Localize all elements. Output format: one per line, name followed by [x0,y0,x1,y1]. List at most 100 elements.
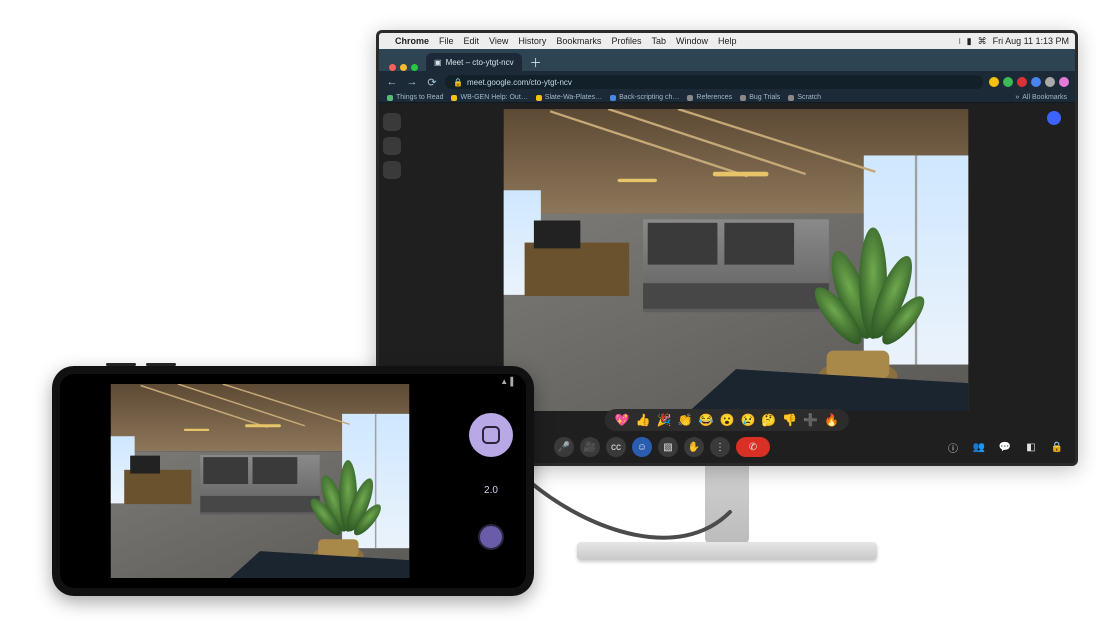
monitor-stand-neck [705,466,749,544]
present-button[interactable]: ▧ [658,437,678,457]
menubar-clock[interactable]: Fri Aug 11 1:13 PM [993,36,1069,46]
self-view-pip[interactable] [1045,109,1063,127]
camera-viewfinder[interactable] [70,384,450,578]
bookmark-item[interactable]: References [687,94,732,101]
extension-icon[interactable] [1017,77,1027,87]
menu-window[interactable]: Window [676,36,708,46]
people-button[interactable]: 👥 [969,437,989,457]
reaction-bar: 💖 👍 🎉 👏 😂 😮 😢 🤔 👎 ➕ 🔥 [605,409,849,431]
gallery-thumbnail-button[interactable] [478,524,504,550]
new-tab-button[interactable]: ＋ [524,54,548,71]
rail-button[interactable] [383,161,401,179]
browser-tab-meet[interactable]: ▣ Meet – cto-ytgt-ncv [426,53,522,71]
menubar-control-center-icon[interactable]: ⌘ [978,36,987,47]
phone-hw-buttons [106,363,176,366]
power-button[interactable] [146,363,176,366]
call-end-icon: ✆ [749,442,757,453]
menu-history[interactable]: History [518,36,546,46]
captions-button[interactable]: cc [606,437,626,457]
reaction-thumbsup[interactable]: 👍 [636,413,651,427]
raise-hand-button[interactable]: ✋ [684,437,704,457]
tab-favicon-icon: ▣ [434,58,442,67]
info-icon: ⓘ [948,440,958,455]
host-icon: 🔒 [1051,442,1063,453]
monitor-stand-base [577,542,877,560]
extension-icon[interactable] [1031,77,1041,87]
menubar-app-name[interactable]: Chrome [395,36,429,46]
menubar-wifi-icon[interactable]: ⧙ [959,36,961,47]
extension-icon[interactable] [989,77,999,87]
profile-avatar-icon[interactable] [1059,77,1069,87]
bookmark-item[interactable]: Scratch [788,94,821,101]
video-icon: 🎥 [584,442,596,453]
reactions-button[interactable]: ☺ [632,437,652,457]
chrome-toolbar: ← → ⟳ 🔒 meet.google.com/cto-ytgt-ncv [379,71,1075,93]
reaction-clap[interactable]: 👏 [678,413,693,427]
more-options-button[interactable]: ⋮ [710,437,730,457]
activities-icon: ◧ [1026,442,1035,453]
all-bookmarks-button[interactable]: » All Bookmarks [1015,94,1067,101]
url-text: meet.google.com/cto-ytgt-ncv [467,78,572,87]
nav-back-icon[interactable]: ← [385,75,399,89]
reaction-thumbsdown[interactable]: 👎 [782,413,797,427]
phone-screen: ▲ ▌ 2.0 [60,374,526,588]
emoji-icon: ☺ [637,442,647,453]
host-controls-button[interactable]: 🔒 [1047,437,1067,457]
activities-button[interactable]: ◧ [1021,437,1041,457]
zoom-level-badge[interactable]: 2.0 [484,485,498,496]
hand-icon: ✋ [688,442,700,453]
camera-switch-icon [482,426,500,444]
chat-button[interactable]: 💬 [995,437,1015,457]
android-phone: ▲ ▌ 2.0 [52,366,534,596]
people-icon: 👥 [973,442,985,453]
mic-icon: 🎤 [558,442,570,453]
macos-menubar: Chrome File Edit View History Bookmarks … [379,33,1075,49]
shutter-button[interactable] [469,413,513,457]
reaction-heart[interactable]: 💖 [615,413,630,427]
fullscreen-window-icon[interactable] [411,64,418,71]
menu-bookmarks[interactable]: Bookmarks [556,36,601,46]
window-traffic-lights[interactable] [385,60,424,71]
nav-reload-icon[interactable]: ⟳ [425,75,439,89]
address-bar[interactable]: 🔒 meet.google.com/cto-ytgt-ncv [445,75,983,89]
bookmark-item[interactable]: Slate-Wa-Plates… [536,94,602,101]
menu-help[interactable]: Help [718,36,737,46]
reaction-wow[interactable]: 😮 [720,413,735,427]
chrome-window-frame: ▣ Meet – cto-ytgt-ncv ＋ ← → ⟳ 🔒 meet.goo… [379,49,1075,103]
menu-profiles[interactable]: Profiles [611,36,641,46]
chat-icon: 💬 [999,442,1011,453]
menubar-battery-icon[interactable]: ▮ [967,36,972,47]
bookmark-item[interactable]: WB-GEN Help: Out… [451,94,527,101]
volume-button[interactable] [106,363,136,366]
lock-icon: 🔒 [453,78,463,87]
meet-left-rail [383,113,401,179]
minimize-window-icon[interactable] [400,64,407,71]
menu-tab[interactable]: Tab [651,36,666,46]
mic-toggle-button[interactable]: 🎤 [554,437,574,457]
menu-view[interactable]: View [489,36,508,46]
end-call-button[interactable]: ✆ [736,437,770,457]
reaction-laugh[interactable]: 😂 [699,413,714,427]
reaction-plus[interactable]: ➕ [803,413,818,427]
menu-file[interactable]: File [439,36,454,46]
meeting-info-button[interactable]: ⓘ [943,437,963,457]
extension-icon[interactable] [1003,77,1013,87]
close-window-icon[interactable] [389,64,396,71]
reaction-fire[interactable]: 🔥 [824,413,839,427]
reaction-think[interactable]: 🤔 [761,413,776,427]
reaction-party[interactable]: 🎉 [657,413,672,427]
menu-edit[interactable]: Edit [464,36,480,46]
rail-button[interactable] [383,113,401,131]
reaction-sad[interactable]: 😢 [740,413,755,427]
extension-tray [989,77,1069,87]
bookmark-item[interactable]: Bug Trials [740,94,780,101]
extension-icon[interactable] [1045,77,1055,87]
rail-button[interactable] [383,137,401,155]
tab-title: Meet – cto-ytgt-ncv [446,58,514,67]
camera-live-feed [70,384,450,578]
nav-forward-icon[interactable]: → [405,75,419,89]
more-icon: ⋮ [715,442,725,453]
bookmark-item[interactable]: Things to Read [387,94,443,101]
bookmark-item[interactable]: Back-scripting ch… [610,94,679,101]
camera-toggle-button[interactable]: 🎥 [580,437,600,457]
